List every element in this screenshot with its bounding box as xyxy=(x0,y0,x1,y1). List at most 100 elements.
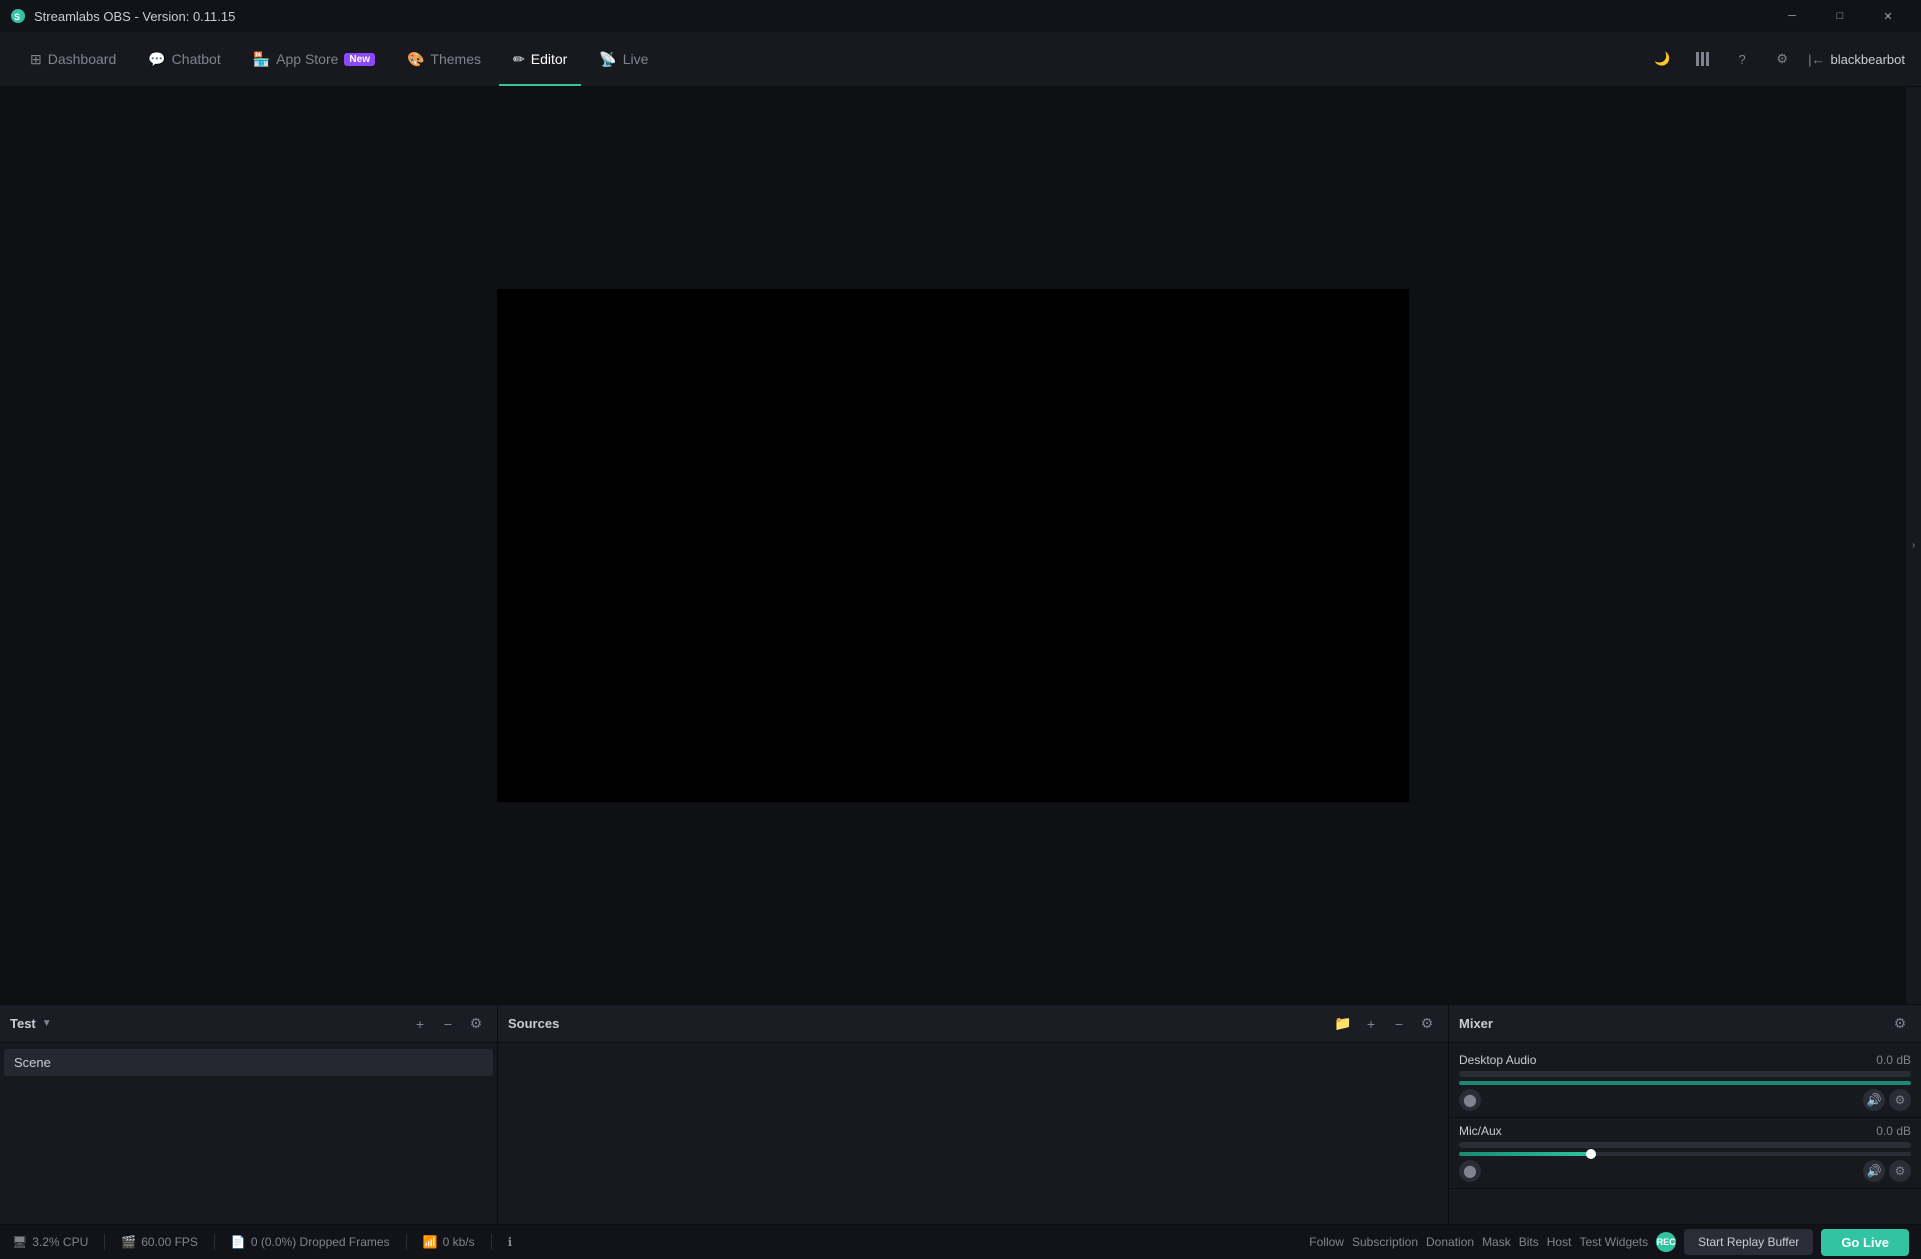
sources-remove-button[interactable]: − xyxy=(1388,1013,1410,1035)
scenes-add-button[interactable]: + xyxy=(409,1013,431,1035)
dropped-label: 0 (0.0%) Dropped Frames xyxy=(251,1235,390,1249)
columns-icon xyxy=(1696,52,1709,66)
live-icon: 📡 xyxy=(599,51,616,68)
cpu-icon: 🖥 xyxy=(12,1235,27,1249)
mixer-mic-mute-button[interactable]: 🔊 xyxy=(1863,1160,1885,1182)
right-panel-toggle[interactable]: › xyxy=(1905,87,1921,1004)
mixer-mic-db: 0.0 dB xyxy=(1876,1124,1911,1138)
titlebar-controls: ─ □ ✕ xyxy=(1769,0,1911,32)
settings-button[interactable]: ⚙ xyxy=(1768,45,1796,73)
sources-add-button[interactable]: + xyxy=(1360,1013,1382,1035)
sep4 xyxy=(491,1234,492,1250)
sources-list xyxy=(498,1043,1448,1224)
mixer-channel-mic: Mic/Aux 0.0 dB ⬤ 🔊 ⚙ xyxy=(1449,1118,1921,1189)
nav-left: ⊞ Dashboard 💬 Chatbot 🏪 App Store New 🎨 … xyxy=(16,32,662,86)
mixer-mic-config-button[interactable]: ⚙ xyxy=(1889,1160,1911,1182)
mixer-desktop-config-button[interactable]: ⚙ xyxy=(1889,1089,1911,1111)
sep3 xyxy=(406,1234,407,1250)
mixer-mic-thumb[interactable] xyxy=(1586,1149,1596,1159)
nav-label-dashboard: Dashboard xyxy=(48,51,117,67)
footer-host[interactable]: Host xyxy=(1547,1235,1572,1249)
scenes-remove-button[interactable]: − xyxy=(437,1013,459,1035)
sources-folder-button[interactable]: 📁 xyxy=(1332,1013,1354,1035)
bottom-panels: Test ▼ + − ⚙ Scene Sources 📁 + − ⚙ xyxy=(0,1004,1921,1224)
mixer-desktop-mute-button[interactable]: 🔊 xyxy=(1863,1089,1885,1111)
nav-label-live: Live xyxy=(623,51,649,67)
close-button[interactable]: ✕ xyxy=(1865,0,1911,32)
navbar: ⊞ Dashboard 💬 Chatbot 🏪 App Store New 🎨 … xyxy=(0,32,1921,87)
scenes-panel-header: Test ▼ + − ⚙ xyxy=(0,1005,497,1043)
mixer-mic-header: Mic/Aux 0.0 dB xyxy=(1459,1124,1911,1138)
help-icon: ? xyxy=(1739,52,1746,67)
nav-item-chatbot[interactable]: 💬 Chatbot xyxy=(134,32,234,86)
nav-right: 🌙 ? ⚙ |← blackbearbot xyxy=(1648,45,1905,73)
sources-panel: Sources 📁 + − ⚙ xyxy=(498,1005,1449,1224)
nav-item-live[interactable]: 📡 Live xyxy=(585,32,662,86)
mixer-desktop-track xyxy=(1459,1081,1911,1085)
minimize-button[interactable]: ─ xyxy=(1769,0,1815,32)
maximize-button[interactable]: □ xyxy=(1817,0,1863,32)
mixer-mic-level xyxy=(1459,1142,1911,1148)
nav-item-editor[interactable]: ✏ Editor xyxy=(499,32,581,86)
nav-label-appstore: App Store xyxy=(276,51,338,67)
titlebar: S Streamlabs OBS - Version: 0.11.15 ─ □ … xyxy=(0,0,1921,32)
status-info[interactable]: ℹ xyxy=(508,1235,513,1249)
status-left: 🖥 3.2% CPU 🎬 60.00 FPS 📄 0 (0.0%) Droppe… xyxy=(12,1234,512,1250)
nav-item-appstore[interactable]: 🏪 App Store New xyxy=(239,32,389,86)
status-fps: 🎬 60.00 FPS xyxy=(121,1235,198,1249)
columns-button[interactable] xyxy=(1688,45,1716,73)
mixer-panel-title: Mixer xyxy=(1459,1016,1493,1031)
help-button[interactable]: ? xyxy=(1728,45,1756,73)
chevron-right-icon: › xyxy=(1912,540,1915,551)
footer-subscription[interactable]: Subscription xyxy=(1352,1235,1418,1249)
go-live-button[interactable]: Go Live xyxy=(1821,1229,1909,1256)
fps-icon: 🎬 xyxy=(121,1235,136,1249)
nav-item-themes[interactable]: 🎨 Themes xyxy=(393,32,495,86)
sources-panel-title: Sources xyxy=(508,1016,559,1031)
dashboard-icon: ⊞ xyxy=(30,51,42,68)
themes-icon: 🎨 xyxy=(407,51,424,68)
bandwidth-label: 0 kb/s xyxy=(443,1235,475,1249)
scenes-settings-button[interactable]: ⚙ xyxy=(465,1013,487,1035)
footer-follow[interactable]: Follow xyxy=(1309,1235,1344,1249)
main-layout: › xyxy=(0,87,1921,1004)
mixer-mic-controls: ⬤ 🔊 ⚙ xyxy=(1459,1160,1911,1182)
mixer-desktop-circle-btn[interactable]: ⬤ xyxy=(1459,1089,1481,1111)
footer-bits[interactable]: Bits xyxy=(1519,1235,1539,1249)
mixer-panel-actions: ⚙ xyxy=(1889,1013,1911,1035)
mixer-settings-button[interactable]: ⚙ xyxy=(1889,1013,1911,1035)
footer-donation[interactable]: Donation xyxy=(1426,1235,1474,1249)
sources-settings-button[interactable]: ⚙ xyxy=(1416,1013,1438,1035)
mixer-desktop-db: 0.0 dB xyxy=(1876,1053,1911,1067)
info-icon: ℹ xyxy=(508,1235,513,1249)
scenes-panel-title: Test xyxy=(10,1016,36,1031)
chatbot-icon: 💬 xyxy=(148,51,165,68)
status-right: Follow Subscription Donation Mask Bits H… xyxy=(1309,1229,1909,1256)
theme-toggle-button[interactable]: 🌙 xyxy=(1648,45,1676,73)
user-area[interactable]: |← blackbearbot xyxy=(1808,52,1905,67)
preview-canvas xyxy=(497,289,1409,802)
titlebar-left: S Streamlabs OBS - Version: 0.11.15 xyxy=(10,8,235,24)
status-dropped: 📄 0 (0.0%) Dropped Frames xyxy=(231,1235,390,1249)
footer-mask[interactable]: Mask xyxy=(1482,1235,1511,1249)
nav-label-themes: Themes xyxy=(430,51,481,67)
mixer-panel-header: Mixer ⚙ xyxy=(1449,1005,1921,1043)
cpu-label: 3.2% CPU xyxy=(32,1235,88,1249)
preview-area xyxy=(0,87,1905,1004)
sources-panel-actions: 📁 + − ⚙ xyxy=(1332,1013,1438,1035)
start-replay-buffer-button[interactable]: Start Replay Buffer xyxy=(1684,1229,1813,1255)
scenes-dropdown-icon[interactable]: ▼ xyxy=(42,1018,52,1029)
bandwidth-icon: 📶 xyxy=(423,1235,438,1249)
titlebar-title: Streamlabs OBS - Version: 0.11.15 xyxy=(34,9,235,24)
mixer-channels: Desktop Audio 0.0 dB ⬤ 🔊 ⚙ Mic/Aux xyxy=(1449,1043,1921,1224)
footer-test-widgets[interactable]: Test Widgets xyxy=(1579,1235,1648,1249)
nav-item-dashboard[interactable]: ⊞ Dashboard xyxy=(16,32,130,86)
dropped-icon: 📄 xyxy=(231,1235,246,1249)
mixer-mic-circle-btn[interactable]: ⬤ xyxy=(1459,1160,1481,1182)
scenes-panel: Test ▼ + − ⚙ Scene xyxy=(0,1005,498,1224)
mixer-mic-track[interactable] xyxy=(1459,1152,1911,1156)
mixer-mic-name: Mic/Aux xyxy=(1459,1124,1502,1138)
mixer-panel: Mixer ⚙ Desktop Audio 0.0 dB ⬤ 🔊 xyxy=(1449,1005,1921,1224)
mixer-desktop-name: Desktop Audio xyxy=(1459,1053,1536,1067)
scene-item-scene[interactable]: Scene xyxy=(4,1049,493,1076)
